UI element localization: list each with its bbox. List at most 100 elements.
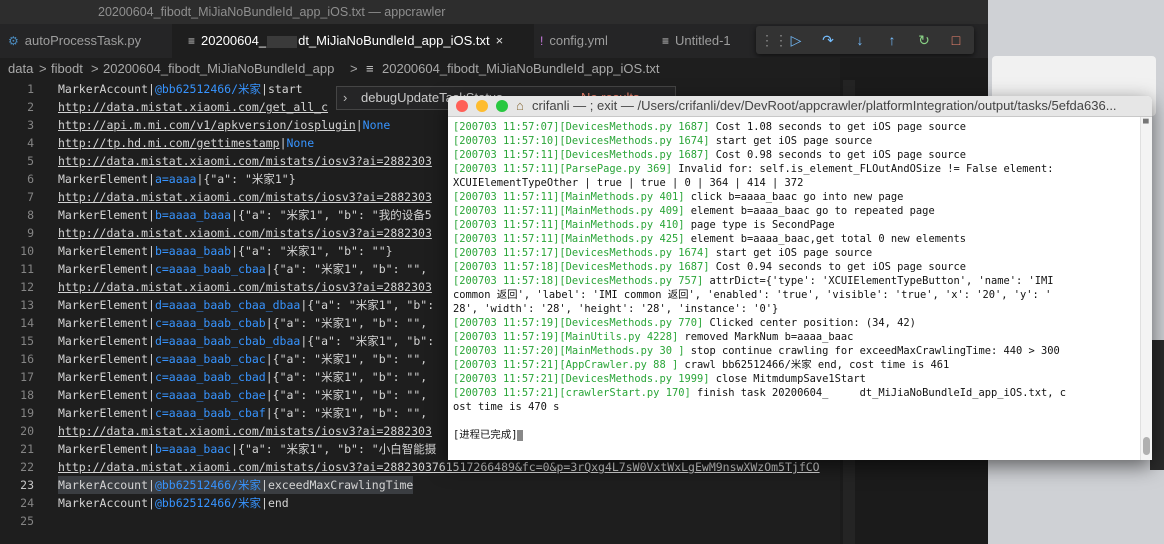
plain-text: MarkerElement| [58,316,155,330]
url-text[interactable]: http://data.mistat.xiaomi.com/get_all_c [58,100,328,114]
scroll-up-icon[interactable]: ▀ [1143,119,1149,128]
step-over-icon[interactable]: ↷ [818,30,838,50]
line-number: 19 [20,406,34,420]
terminal-line: [200703 11:57:17][DevicesMethods.py 1674… [453,246,872,260]
line-number: 22 [20,460,34,474]
plain-text: MarkerAccount| [58,478,155,492]
code-text: http://data.mistat.xiaomi.com/mistats/io… [58,188,432,206]
code-text: MarkerAccount|@bb62512466/米家|end [58,494,289,512]
code-text: MarkerElement|a=aaaa|{"a": "米家1"} [58,170,296,188]
log-prefix: [200703 11:57:17][DevicesMethods.py 1674… [453,247,710,259]
code-text: http://tp.hd.mi.com/gettimestamp|None [58,134,314,152]
maximize-window-icon[interactable] [496,100,508,112]
log-prefix: [200703 11:57:11][MainMethods.py 425] [453,233,685,245]
minimize-window-icon[interactable] [476,100,488,112]
url-text[interactable]: http://data.mistat.xiaomi.com/mistats/io… [58,154,432,168]
terminal-line: [进程已完成] [453,428,524,442]
stop-icon[interactable]: □ [946,30,966,50]
line-number: 15 [20,334,34,348]
terminal-window[interactable]: ⌂ crifanli — ; exit — /Users/crifanli/de… [448,96,1152,460]
code-text: http://data.mistat.xiaomi.com/mistats/io… [58,152,432,170]
line-number: 8 [27,208,34,222]
identifier-text: @bb62512466/米家 [154,82,262,96]
plain-text: | [279,136,287,150]
url-text[interactable]: http://data.mistat.xiaomi.com/mistats/io… [58,424,432,438]
identifier-text: c=aaaa_baab_cbaf [154,406,266,420]
log-prefix: [200703 11:57:18][DevicesMethods.py 757] [453,275,704,287]
plain-text: MarkerAccount| [58,496,155,510]
tab-config-yml[interactable]: ! config.yml [530,24,650,58]
url-text[interactable]: http://data.mistat.xiaomi.com/mistats/io… [58,226,432,240]
close-window-icon[interactable] [456,100,468,112]
code-text: http://api.m.mi.com/v1/apkversion/iosplu… [58,116,390,134]
log-message: ost time is 470 s [453,401,560,413]
log-prefix: [200703 11:57:11][MainMethods.py 410] [453,219,685,231]
terminal-line: [200703 11:57:18][DevicesMethods.py 757]… [453,274,1054,288]
step-out-icon[interactable]: ↑ [882,30,902,50]
breadcrumb-item[interactable]: 20200604_fibodt_MiJiaNoBundleId_app_iOS.… [382,58,660,80]
log-message: Cost 0.94 seconds to get iOS page source [709,261,966,273]
close-icon[interactable]: × [496,33,504,48]
code-text: MarkerElement|c=aaaa_baab_cbad|{"a": "米家… [58,368,427,386]
plain-text: |exceedMaxCrawlingTime [261,478,414,492]
plain-text: MarkerElement| [58,352,155,366]
terminal-line: [200703 11:57:20][MainMethods.py 30 ] st… [453,344,1060,358]
tab-active-txt-file[interactable]: ≡ 20200604_ dt_MiJiaNoBundleId_app_iOS.txt… [172,24,534,58]
step-into-icon[interactable]: ↓ [850,30,870,50]
drag-handle-icon[interactable]: ⋮⋮ [760,30,788,50]
log-message: attrDict={'type': 'XCUIElementTypeButton… [703,275,1054,287]
window-titlebar: 20200604_fibodt_MiJiaNoBundleId_app_iOS.… [0,0,988,24]
url-text[interactable]: http://data.mistat.xiaomi.com/mistats/io… [58,460,820,474]
url-text[interactable]: http://data.mistat.xiaomi.com/mistats/io… [58,280,432,294]
log-prefix: [200703 11:57:18][DevicesMethods.py 1687… [453,261,710,273]
code-line[interactable]: 22 http://data.mistat.xiaomi.com/mistats/… [0,458,856,476]
plain-text: MarkerElement| [58,370,155,384]
terminal-output[interactable]: [200703 11:57:07][DevicesMethods.py 1687… [448,117,1140,460]
terminal-line: [200703 11:57:21][DevicesMethods.py 1999… [453,372,866,386]
breadcrumb-item[interactable]: fibodt [51,58,83,80]
breadcrumb-item[interactable]: data [8,58,33,80]
terminal-scrollbar[interactable]: ▀ [1140,117,1152,460]
log-prefix: [200703 11:57:21][crawlerStart.py 170] [453,387,691,399]
terminal-line: common 返回', 'label': 'IMI common 返回', 'e… [453,288,1051,302]
scrollbar-thumb[interactable] [1143,437,1150,455]
terminal-line: [200703 11:57:21][AppCrawler.py 88 ] cra… [453,358,949,372]
plain-text: MarkerElement| [58,388,155,402]
url-text[interactable]: http://api.m.mi.com/v1/apkversion/iosplu… [58,118,356,132]
identifier-text: None [362,118,391,132]
restart-icon[interactable]: ↻ [914,30,934,50]
line-number: 2 [27,100,34,114]
log-message: finish task 20200604_ dt_MiJiaNoBundleId… [690,387,1067,399]
tab-untitled-1[interactable]: ≡ Untitled-1 [652,24,762,58]
code-text: MarkerAccount|@bb62512466/米家|exceedMaxCr… [58,476,414,494]
url-text[interactable]: http://tp.hd.mi.com/gettimestamp [58,136,280,150]
line-number: 17 [20,370,34,384]
code-text: MarkerElement|c=aaaa_baab_cbaa|{"a": "米家… [58,260,427,278]
tab-autoprocesstask[interactable]: ⚙ autoProcessTask.py [0,24,178,58]
plain-text: |{"a": "米家1", "b": ""} [231,244,393,258]
log-message: removed MarkNum b=aaaa_baac [678,331,854,343]
identifier-text: b=aaaa_baac [154,442,232,456]
tab-label: autoProcessTask.py [24,33,142,48]
plain-text: | [355,118,363,132]
log-message: XCUIElementTypeOther | true | true | 0 |… [453,177,804,189]
plain-text: MarkerElement| [58,208,155,222]
log-prefix: [200703 11:57:11][MainMethods.py 409] [453,205,685,217]
identifier-text: @bb62512466/米家 [154,478,262,492]
continue-icon[interactable]: ▷ [786,30,806,50]
log-message: common 返回', 'label': 'IMI common 返回', 'e… [453,289,1052,301]
home-folder-icon: ⌂ [516,98,524,113]
code-text: MarkerElement|b=aaaa_baab|{"a": "米家1", "… [58,242,393,260]
list-icon: ≡ [366,61,374,76]
python-icon: ⚙ [8,34,19,48]
code-line[interactable]: 23 MarkerAccount|@bb62512466/米家|exceedMax… [0,476,856,494]
line-number: 3 [27,118,34,132]
identifier-text: @bb62512466/米家 [154,496,262,510]
redacted-block [267,35,298,48]
line-number: 12 [20,280,34,294]
breadcrumb-item[interactable]: 20200604_fibodt_MiJiaNoBundleId_app [103,58,334,80]
code-line[interactable]: 24 MarkerAccount|@bb62512466/米家|end [0,494,856,512]
url-text[interactable]: http://data.mistat.xiaomi.com/mistats/io… [58,190,432,204]
identifier-text: b=aaaa_baab [154,244,232,258]
code-line[interactable]: 25 [0,512,856,530]
